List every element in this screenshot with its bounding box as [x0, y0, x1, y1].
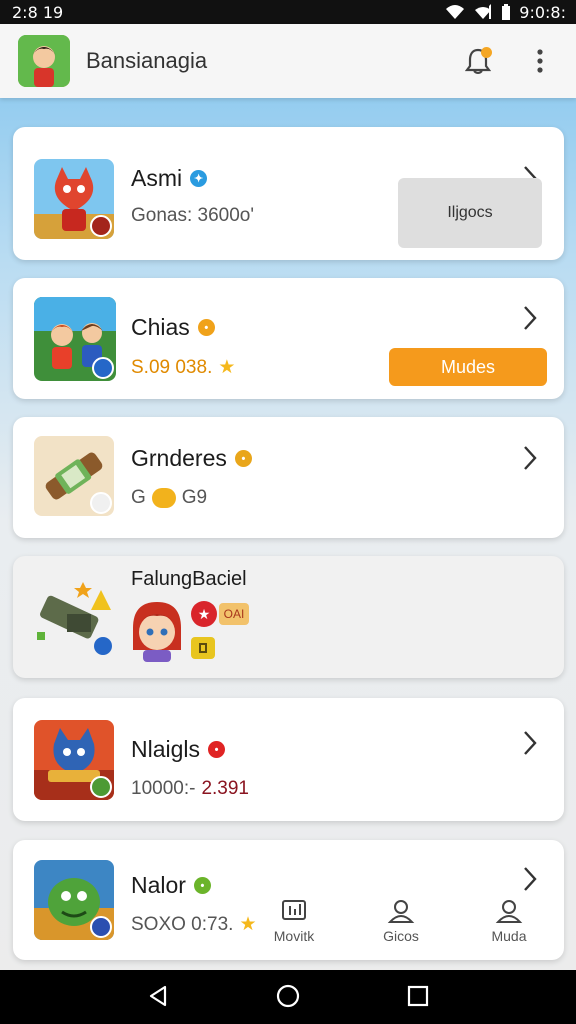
item-subtitle: 10000:- 2.391: [131, 778, 249, 799]
notifications-button[interactable]: [460, 43, 496, 79]
list-item[interactable]: Nlaigls • 10000:- 2.391: [13, 698, 564, 821]
item-title: Grnderes •: [131, 445, 252, 472]
thumbnail-badge-icon: [90, 776, 112, 798]
back-icon[interactable]: [146, 984, 170, 1008]
list-item[interactable]: Grnderes • G G9: [13, 417, 564, 538]
battery-icon: [502, 4, 511, 20]
card-action-button[interactable]: Iljgocs: [398, 178, 542, 248]
more-options-button[interactable]: [522, 43, 558, 79]
star-icon: ★: [218, 357, 236, 378]
thumbnail-badge-icon: [90, 916, 112, 938]
game-thumbnail: [34, 159, 114, 239]
coin-icon: •: [197, 319, 215, 336]
star-icon: ★: [239, 914, 257, 935]
card-action-button[interactable]: Mudes: [389, 348, 547, 386]
item-title: Nlaigls •: [131, 736, 226, 763]
verified-badge-icon: ✦: [190, 170, 208, 187]
chevron-right-icon[interactable]: [520, 729, 540, 757]
status-icons: 9:0:8:: [445, 3, 566, 22]
tab-muda[interactable]: Muda: [479, 898, 539, 944]
thumbnail-badge-icon: [90, 492, 112, 514]
item-title: Nalor •: [131, 872, 211, 899]
item-title: Asmi ✦: [131, 165, 208, 192]
more-vert-icon: [537, 49, 543, 73]
item-subtitle: S.09 038. ★: [131, 356, 236, 379]
chevron-right-icon[interactable]: [520, 444, 540, 472]
square-badge-icon: [191, 637, 215, 659]
recents-icon[interactable]: [406, 984, 430, 1008]
game-thumbnail: [31, 576, 121, 658]
star-badge-icon: ★: [191, 601, 217, 627]
wifi-icon: [446, 5, 465, 19]
item-subtitle: Gonas: 3600o': [131, 205, 254, 226]
system-navigation-bar: [0, 970, 576, 1024]
tag-badge: OAI: [219, 603, 249, 625]
character-avatar: [127, 598, 187, 662]
list-item[interactable]: Asmi ✦ Gonas: 3600o' Iljgocs: [13, 127, 564, 260]
person-icon: [387, 900, 415, 923]
list-item[interactable]: Chias • S.09 038. ★ Mudes: [13, 278, 564, 399]
signal-icon: [475, 4, 492, 19]
game-thumbnail: [34, 860, 114, 940]
person-icon: [495, 900, 523, 923]
item-title: FalungBaciel: [131, 568, 247, 590]
app-title: Bansianagia: [86, 48, 208, 73]
tab-movitk[interactable]: Movitk: [264, 898, 324, 944]
item-subtitle: SOXO 0:73. ★: [131, 913, 257, 936]
coins-icon: [151, 488, 176, 508]
app-bar: Bansianagia: [0, 24, 576, 98]
item-subtitle: G G9: [131, 487, 208, 508]
verified-badge-icon: •: [193, 877, 211, 894]
app-logo-icon: [18, 35, 70, 87]
thumbnail-badge-icon: [90, 215, 112, 237]
item-title: Chias •: [131, 314, 215, 341]
game-thumbnail: [34, 720, 114, 800]
status-time-left: 2:8 19: [12, 2, 64, 22]
chart-icon: [282, 900, 306, 920]
alert-badge-icon: •: [208, 741, 226, 758]
status-time-right: 9:0:8:: [519, 2, 566, 22]
thumbnail-badge-icon: [92, 357, 114, 379]
home-icon[interactable]: [276, 984, 300, 1008]
status-bar: 2:8 19 9:0:8:: [0, 0, 576, 24]
game-thumbnail: [34, 436, 114, 516]
game-thumbnail: [34, 297, 116, 381]
tab-gicos[interactable]: Gicos: [371, 898, 431, 944]
notification-dot: [481, 47, 492, 58]
chevron-right-icon[interactable]: [520, 304, 540, 332]
chevron-right-icon[interactable]: [520, 865, 540, 893]
coin-icon: •: [234, 450, 252, 467]
list-item[interactable]: FalungBaciel ★ OAI: [13, 556, 564, 678]
